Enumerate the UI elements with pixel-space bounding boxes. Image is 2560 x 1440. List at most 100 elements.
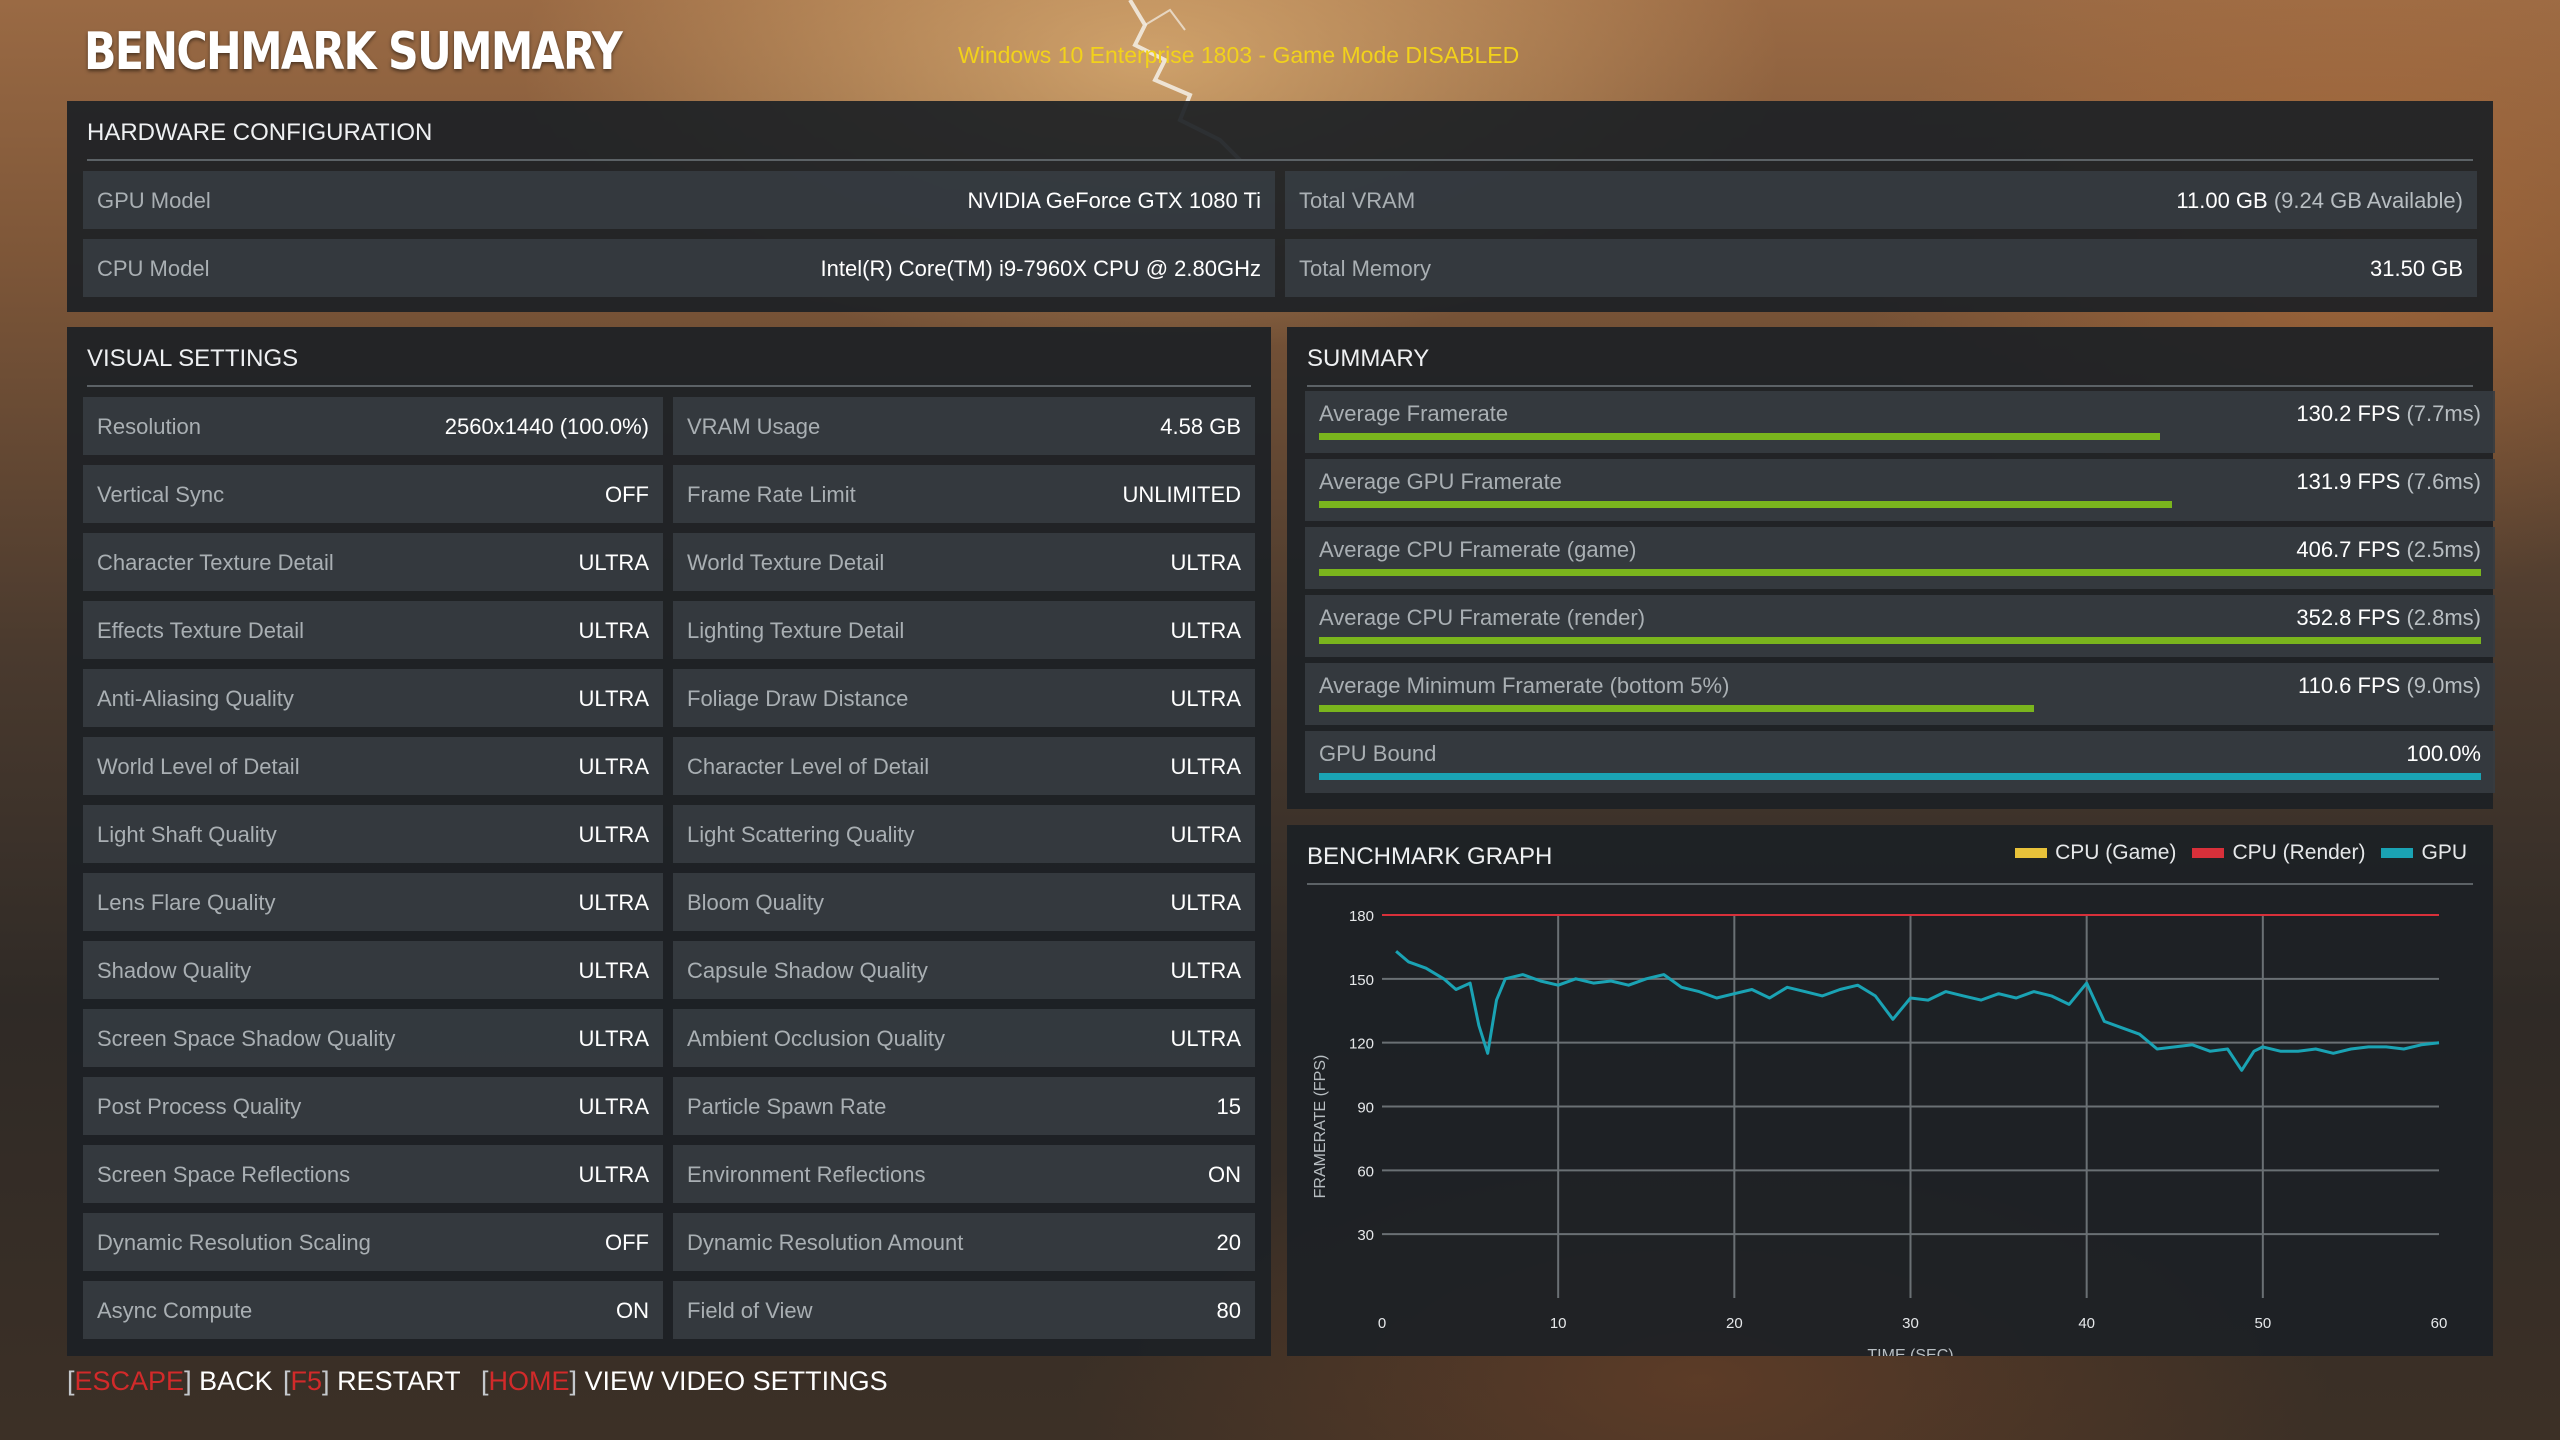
setting-label: Dynamic Resolution Amount [687, 1230, 964, 1255]
setting-label: Vertical Sync [97, 482, 225, 507]
setting-label: Light Scattering Quality [687, 822, 915, 847]
total-vram-cell: Total VRAM 11.00 GB (9.24 GB Available) [1285, 171, 2477, 229]
os-note: Windows 10 Enterprise 1803 - Game Mode D… [958, 42, 1520, 68]
setting-label: World Level of Detail [97, 754, 300, 779]
y-tick-label: 150 [1349, 972, 1374, 989]
setting-label: Dynamic Resolution Scaling [97, 1230, 371, 1255]
summary-ms: (2.5ms) [2406, 537, 2481, 562]
setting-label: Effects Texture Detail [97, 618, 305, 643]
total-memory-cell: Total Memory 31.50 GB [1285, 239, 2477, 297]
setting-row: Foliage Draw Distance ULTRA [673, 669, 1255, 727]
setting-row: Character Texture Detail ULTRA [83, 533, 663, 591]
visual-settings-title: VISUAL SETTINGS [87, 345, 299, 372]
hardware-title: HARDWARE CONFIGURATION [87, 119, 433, 146]
summary-bar [1319, 501, 2172, 508]
summary-fps: 130.2 FPS [2296, 401, 2401, 426]
nav-label: BACK [199, 1366, 273, 1396]
gpu-model-label: GPU Model [97, 188, 211, 213]
setting-row: Bloom Quality ULTRA [673, 873, 1255, 931]
setting-label: Anti-Aliasing Quality [97, 686, 294, 711]
setting-value: ULTRA [578, 618, 650, 643]
setting-row: Anti-Aliasing Quality ULTRA [83, 669, 663, 727]
summary-row: Average CPU Framerate (render) 352.8 FPS … [1305, 595, 2495, 657]
summary-fps: 131.9 FPS [2296, 469, 2401, 494]
setting-row: Dynamic Resolution Amount 20 [673, 1213, 1255, 1271]
setting-value: OFF [605, 1230, 649, 1255]
x-tick-label: 60 [2431, 1315, 2448, 1332]
setting-value: ON [616, 1298, 649, 1323]
setting-label: Field of View [687, 1298, 813, 1323]
setting-value: ULTRA [1170, 1026, 1242, 1051]
series-line-gpu [1395, 950, 2440, 1072]
benchmark-graph-panel: BENCHMARK GRAPH CPU (Game) CPU (Render) GP… [1287, 825, 2493, 1356]
setting-value: ULTRA [1170, 618, 1242, 643]
bracket: ] [322, 1366, 330, 1396]
summary-label: Average Minimum Framerate (bottom 5%) [1319, 673, 1730, 698]
setting-label: Lens Flare Quality [97, 890, 276, 915]
setting-label: Capsule Shadow Quality [687, 958, 928, 983]
summary-value: 406.7 FPS (2.5ms) [2296, 537, 2481, 563]
bracket: ] [569, 1366, 578, 1396]
summary-fps: 352.8 FPS [2296, 605, 2401, 630]
nav-label: VIEW VIDEO SETTINGS [584, 1366, 888, 1396]
setting-value: ULTRA [1170, 686, 1242, 711]
x-tick-label: 30 [1902, 1315, 1919, 1332]
summary-value: 100.0% [2406, 741, 2481, 767]
x-tick-label: 10 [1550, 1315, 1567, 1332]
setting-value: ULTRA [1170, 890, 1242, 915]
key-hint: F5 [290, 1366, 323, 1396]
setting-value: ULTRA [578, 754, 650, 779]
vram-available: (9.24 GB Available) [2273, 188, 2463, 213]
setting-row: Environment Reflections ON [673, 1145, 1255, 1203]
setting-row: Field of View 80 [673, 1281, 1255, 1339]
setting-label: Light Shaft Quality [97, 822, 277, 847]
setting-value: ULTRA [1170, 822, 1242, 847]
summary-fps: 100.0% [2406, 741, 2481, 766]
benchmark-chart: 30 60 90 120 150 180 0 10 20 30 40 50 60 TIME (SEC) FR… [1312, 908, 2448, 1356]
summary-ms: (7.6ms) [2406, 469, 2481, 494]
bracket: ] [184, 1366, 192, 1396]
setting-value: ULTRA [578, 550, 650, 575]
setting-row: Light Shaft Quality ULTRA [83, 805, 663, 863]
setting-row: Post Process Quality ULTRA [83, 1077, 663, 1135]
x-tick-label: 0 [1378, 1315, 1386, 1332]
gpu-model-cell: GPU Model NVIDIA GeForce GTX 1080 Ti [83, 171, 1275, 229]
setting-label: Character Level of Detail [687, 754, 930, 779]
setting-row: Character Level of Detail ULTRA [673, 737, 1255, 795]
setting-label: Environment Reflections [687, 1162, 926, 1187]
summary-title: SUMMARY [1307, 345, 1430, 372]
setting-row: Capsule Shadow Quality ULTRA [673, 941, 1255, 999]
nav-restart-button[interactable]: [F5] RESTART [283, 1366, 461, 1397]
vram-amount: 11.00 GB [2176, 188, 2268, 213]
cpu-model-cell: CPU Model Intel(R) Core(TM) i9-7960X CPU… [83, 239, 1275, 297]
setting-label: Post Process Quality [97, 1094, 302, 1119]
setting-label: Screen Space Reflections [97, 1162, 351, 1187]
divider [87, 385, 1251, 387]
summary-row: Average CPU Framerate (game) 406.7 FPS (2… [1305, 527, 2495, 589]
summary-panel: SUMMARY Average Framerate 130.2 FPS (7.7m… [1287, 327, 2495, 809]
setting-row: VRAM Usage 4.58 GB [673, 397, 1255, 455]
summary-value: 130.2 FPS (7.7ms) [2296, 401, 2481, 427]
summary-value: 352.8 FPS (2.8ms) [2296, 605, 2481, 631]
total-vram-label: Total VRAM [1299, 188, 1416, 213]
summary-ms: (7.7ms) [2406, 401, 2481, 426]
setting-value: 4.58 GB [1160, 414, 1241, 439]
setting-value: ULTRA [1170, 958, 1242, 983]
setting-row: Lens Flare Quality ULTRA [83, 873, 663, 931]
setting-row: Vertical Sync OFF [83, 465, 663, 523]
bracket: [ [283, 1366, 291, 1396]
setting-value: 20 [1216, 1230, 1241, 1255]
y-tick-label: 90 [1357, 1100, 1374, 1117]
setting-label: Ambient Occlusion Quality [687, 1026, 945, 1051]
setting-row: World Texture Detail ULTRA [673, 533, 1255, 591]
setting-value: ULTRA [1170, 754, 1242, 779]
nav-back-button[interactable]: [ESCAPE] BACK [67, 1366, 273, 1397]
summary-bar-track [1319, 433, 2481, 440]
setting-label: Character Texture Detail [97, 550, 334, 575]
setting-row: Dynamic Resolution Scaling OFF [83, 1213, 663, 1271]
summary-value: 131.9 FPS (7.6ms) [2296, 469, 2481, 495]
summary-bar [1319, 705, 2034, 712]
nav-label: RESTART [337, 1366, 461, 1396]
setting-row: Frame Rate Limit UNLIMITED [673, 465, 1255, 523]
nav-view-video-settings-button[interactable]: [HOME] VIEW VIDEO SETTINGS [481, 1366, 888, 1397]
